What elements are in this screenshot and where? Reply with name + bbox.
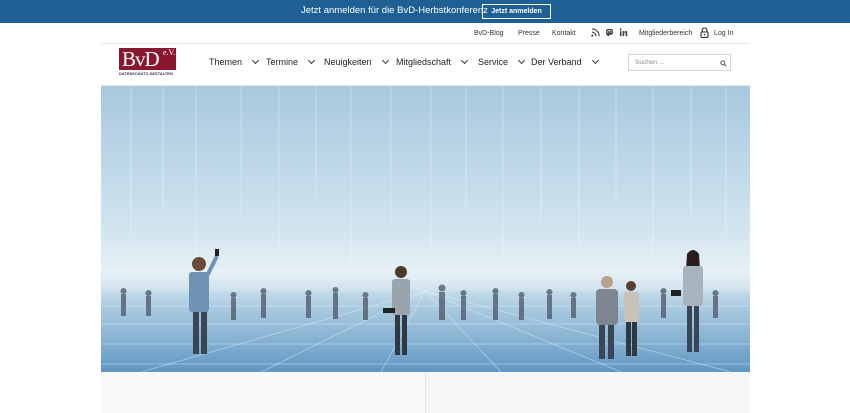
chevron-down-icon: [591, 56, 599, 65]
nav-label: Mitgliedschaft: [396, 57, 452, 67]
blog-link[interactable]: BvD-Blog: [474, 30, 504, 37]
logo-box: BvD e.V.: [119, 48, 176, 70]
utility-bar: BvD-Blog Presse Kontakt Mitgliederbereic…: [0, 23, 850, 44]
nav-item-der-verband[interactable]: Der Verband: [531, 56, 599, 67]
chevron-down-icon: [517, 56, 526, 65]
nav-item-mitgliedschaft[interactable]: Mitgliedschaft: [396, 56, 469, 67]
search-box: [628, 54, 731, 71]
lock-icon: [700, 27, 709, 38]
chevron-down-icon: [307, 56, 316, 65]
logo-ev: e.V.: [163, 48, 176, 57]
rss-icon[interactable]: [591, 28, 600, 37]
chevron-down-icon: [381, 56, 389, 65]
member-area-link[interactable]: Mitgliederbereich: [639, 30, 692, 37]
search-icon[interactable]: [720, 60, 727, 67]
nav-label: Service: [478, 57, 509, 67]
register-button[interactable]: Jetzt anmelden: [482, 4, 551, 19]
divider: [101, 43, 750, 44]
linkedin-icon[interactable]: [619, 28, 628, 37]
login-link[interactable]: Log In: [714, 30, 733, 37]
nav-item-neuigkeiten[interactable]: Neuigkeiten: [324, 56, 389, 67]
kontakt-link[interactable]: Kontakt: [552, 30, 576, 37]
nav-item-termine[interactable]: Termine: [266, 56, 316, 67]
hero-illustration: [101, 86, 750, 372]
chevron-down-icon: [251, 56, 260, 65]
hero-image: [101, 86, 750, 372]
nav-item-service[interactable]: Service: [478, 56, 526, 67]
content-panel-left: [101, 372, 425, 413]
logo-tagline: DATENSCHUTZ GESTALTEN: [119, 72, 173, 76]
content-panel-right: [426, 372, 750, 413]
logo-text: BvD: [122, 47, 160, 71]
search-input[interactable]: [635, 57, 715, 68]
nav-label: Neuigkeiten: [324, 57, 372, 67]
chevron-down-icon: [460, 56, 469, 65]
mastodon-icon[interactable]: [605, 28, 614, 37]
nav-item-themen[interactable]: Themen: [209, 56, 260, 67]
bvd-logo[interactable]: BvD e.V. DATENSCHUTZ GESTALTEN: [119, 48, 177, 78]
banner-text: Jetzt anmelden für die BvD-Herbstkonfere…: [301, 5, 488, 16]
presse-link[interactable]: Presse: [518, 30, 540, 37]
nav-label: Themen: [209, 57, 243, 67]
announcement-banner: Jetzt anmelden für die BvD-Herbstkonfere…: [0, 0, 850, 23]
nav-label: Der Verband: [531, 57, 582, 67]
nav-label: Termine: [266, 57, 299, 67]
